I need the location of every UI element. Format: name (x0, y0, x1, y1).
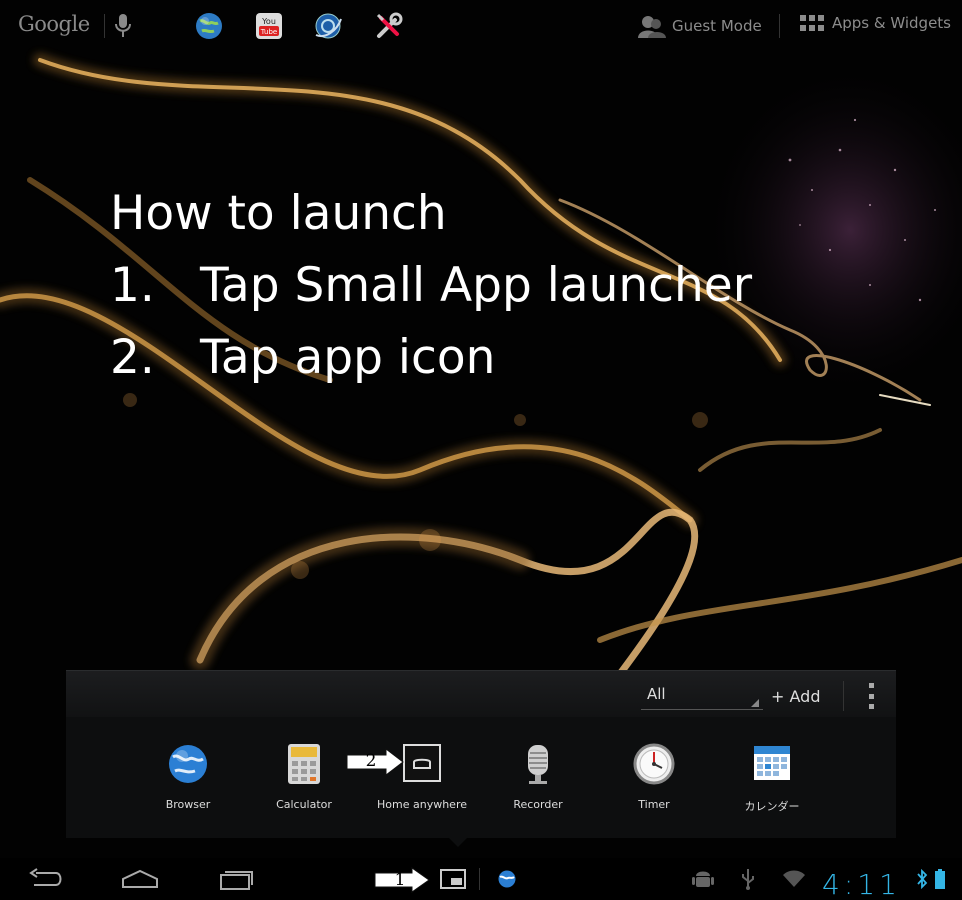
app-recorder[interactable]: Recorder (480, 741, 596, 821)
step-text: Tap app icon (200, 330, 496, 385)
callout-number: 2 (365, 751, 377, 771)
system-navigation-bar: 1 4:11 (0, 858, 962, 900)
tutorial-text: How to launch 1. Tap Small App launcher 2… (110, 178, 752, 394)
android-icon (690, 858, 716, 900)
calculator-icon (281, 741, 327, 787)
mic-icon[interactable] (112, 12, 134, 40)
back-icon[interactable] (26, 858, 66, 900)
app-browser[interactable]: Browser (130, 741, 246, 821)
grid-icon (800, 15, 824, 31)
dropdown-corner-icon (751, 699, 759, 707)
recent-apps-icon[interactable] (216, 858, 256, 900)
tutorial-step: 2. Tap app icon (110, 322, 752, 394)
filter-value: All (647, 685, 666, 703)
usb-icon (738, 858, 758, 900)
youtube-icon[interactable]: You Tube (253, 10, 285, 42)
guest-mode-button[interactable]: Guest Mode (638, 14, 762, 38)
launcher-pointer (448, 837, 468, 847)
divider (104, 14, 105, 38)
guest-mode-label: Guest Mode (672, 17, 762, 35)
overflow-menu-icon[interactable] (864, 683, 878, 709)
globe-icon[interactable] (193, 10, 225, 42)
step-text: Tap Small App launcher (200, 258, 753, 313)
callout-number: 1 (394, 870, 406, 890)
app-label: Recorder (513, 798, 563, 811)
apps-widgets-button[interactable]: Apps & Widgets (800, 14, 951, 32)
divider (479, 868, 480, 890)
app-label: Timer (638, 798, 670, 811)
app-timer[interactable]: Timer (596, 741, 712, 821)
svg-text:You: You (261, 17, 276, 26)
app-label: Calculator (276, 798, 332, 811)
step-number: 1. (110, 258, 155, 313)
browser-mini-app-icon[interactable] (494, 858, 520, 900)
small-app-launcher-panel: All + Add Browser Calculator Home anywhe… (66, 670, 896, 838)
step-number: 2. (110, 330, 155, 385)
app-label: Browser (165, 798, 211, 811)
callout-arrow-2: 2 (346, 747, 404, 777)
google-search-button[interactable]: Google (18, 12, 90, 36)
microphone-icon (515, 741, 561, 787)
tutorial-step: 1. Tap Small App launcher (110, 250, 752, 322)
person-icon (638, 16, 666, 38)
app-calendar[interactable]: カレンダー (714, 741, 830, 821)
app-calculator[interactable]: Calculator (246, 741, 362, 821)
clock[interactable]: 4:11 (822, 863, 901, 900)
divider (779, 14, 780, 38)
internet-icon[interactable] (312, 10, 344, 42)
launcher-header: All + Add (66, 671, 896, 717)
svg-text:Tube: Tube (260, 28, 277, 36)
bluetooth-icon (914, 858, 930, 900)
app-label: Home anywhere (377, 798, 467, 811)
top-bar: Google You Tube Guest Mode Apps & Widgets (0, 0, 962, 52)
tools-icon[interactable] (373, 10, 405, 42)
divider (843, 681, 844, 711)
app-label: カレンダー (744, 800, 800, 813)
home-icon[interactable] (119, 858, 161, 900)
globe-icon (165, 741, 211, 787)
wifi-icon (782, 858, 806, 900)
app-filter-dropdown[interactable]: All (641, 683, 763, 710)
android-tablet-home-screen: Google You Tube Guest Mode Apps & Widgets… (0, 0, 962, 900)
tutorial-title: How to launch (110, 186, 447, 241)
calendar-icon (749, 741, 795, 787)
apps-widgets-label: Apps & Widgets (832, 14, 951, 32)
small-app-launcher-icon[interactable] (436, 858, 470, 900)
battery-icon (932, 858, 948, 900)
callout-arrow-1: 1 (374, 867, 430, 893)
add-button[interactable]: + Add (771, 683, 820, 709)
home-anywhere-icon (399, 741, 445, 787)
stopwatch-icon (631, 741, 677, 787)
